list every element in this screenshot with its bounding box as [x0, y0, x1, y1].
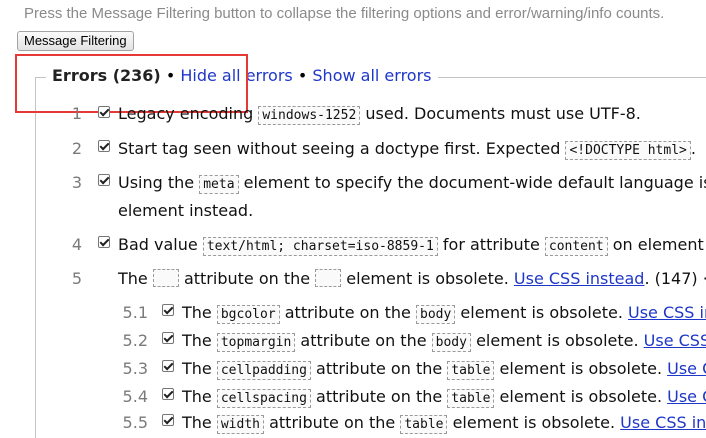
- message-part: Bad value: [118, 235, 198, 254]
- message-part: Legacy encoding: [118, 104, 254, 123]
- message-text: Using the meta element to specify the do…: [118, 173, 706, 194]
- code-snippet: body: [431, 333, 471, 352]
- message-part: on element: [612, 235, 704, 254]
- use-css-instead-link[interactable]: Use CSS instead: [514, 269, 645, 288]
- message-number: 5.5: [122, 413, 148, 432]
- code-placeholder: [315, 269, 342, 287]
- legend-separator: •: [297, 66, 308, 85]
- message-checkbox[interactable]: [98, 236, 110, 248]
- message-number: 5: [71, 269, 82, 288]
- message-part: element is obsolete.: [499, 387, 663, 406]
- message-part: The: [118, 269, 148, 288]
- use-css-instead-link[interactable]: Use CS: [667, 359, 706, 378]
- message-checkbox[interactable]: [162, 332, 174, 344]
- message-checkbox[interactable]: [162, 414, 174, 426]
- code-snippet: table: [447, 361, 495, 380]
- code-snippet: <!DOCTYPE html>: [565, 141, 691, 160]
- message-text: The topmargin attribute on the body elem…: [182, 331, 706, 352]
- message-part: used. Documents must use UTF-8.: [365, 104, 641, 123]
- code-snippet: topmargin: [216, 333, 296, 352]
- message-text: The cellpadding attribute on the table e…: [182, 359, 706, 380]
- message-checkbox[interactable]: [98, 174, 110, 186]
- message-text: Start tag seen without seeing a doctype …: [118, 139, 696, 160]
- message-number: 4: [71, 235, 82, 254]
- message-part: Using the: [118, 173, 195, 192]
- code-snippet: cellpadding: [216, 361, 311, 380]
- show-all-errors-link[interactable]: Show all errors: [312, 66, 431, 85]
- message-part: The: [182, 303, 212, 322]
- use-css-instead-link[interactable]: Use CS: [667, 387, 706, 406]
- message-part: The: [182, 387, 212, 406]
- message-text: Legacy encoding windows-1252 used. Docum…: [118, 104, 641, 125]
- code-snippet: windows-1252: [258, 106, 361, 125]
- message-part: element is obsolete.: [476, 331, 639, 350]
- message-part: for attribute: [442, 235, 540, 254]
- message-text: The attribute on the element is obsolete…: [118, 269, 706, 288]
- use-css-instead-link[interactable]: Use CSS ins: [628, 303, 706, 322]
- message-number: 5.2: [122, 331, 148, 350]
- code-snippet: table: [400, 415, 448, 434]
- code-snippet: table: [447, 389, 495, 408]
- message-text-continuation: element instead.: [118, 201, 254, 220]
- message-checkbox[interactable]: [162, 360, 174, 372]
- message-text: The bgcolor attribute on the body elemen…: [182, 303, 706, 324]
- message-number: 5.1: [122, 303, 148, 322]
- message-part: element is obsolete.: [346, 269, 509, 288]
- message-checkbox[interactable]: [98, 140, 110, 152]
- message-part: attribute on the: [183, 269, 311, 288]
- message-filtering-button[interactable]: Message Filtering: [17, 31, 134, 51]
- message-part: attribute on the: [316, 387, 443, 406]
- message-text: Bad value text/html; charset=iso-8859-1 …: [118, 235, 704, 256]
- message-number: 5.4: [122, 387, 148, 406]
- message-checkbox[interactable]: [98, 106, 110, 118]
- code-snippet: bgcolor: [216, 305, 280, 324]
- code-snippet: content: [544, 237, 608, 256]
- message-part: The: [182, 413, 212, 432]
- use-css-instead-link[interactable]: Use CSS inst: [620, 413, 706, 432]
- code-placeholder: [152, 269, 179, 287]
- message-text: The width attribute on the table element…: [182, 413, 706, 434]
- message-part: attribute on the: [269, 413, 396, 432]
- message-checkbox[interactable]: [162, 304, 174, 316]
- hint-text: Press the Message Filtering button to co…: [24, 5, 665, 22]
- code-snippet: width: [216, 415, 264, 434]
- message-number: 1: [71, 104, 82, 123]
- message-checkbox[interactable]: [162, 388, 174, 400]
- use-css-instead-link[interactable]: Use CSS in: [644, 331, 706, 350]
- code-snippet: text/html; charset=iso-8859-1: [202, 237, 438, 256]
- message-part: element to specify the document-wide def…: [243, 173, 706, 192]
- message-number: 2: [71, 139, 82, 158]
- message-part: .: [690, 139, 696, 158]
- code-snippet: body: [416, 305, 456, 324]
- message-number: 3: [71, 173, 82, 192]
- message-part: attribute on the: [300, 331, 427, 350]
- message-part: The: [182, 359, 212, 378]
- code-snippet: meta: [199, 175, 239, 194]
- message-part: attribute on the: [284, 303, 411, 322]
- message-part: element is obsolete.: [499, 359, 663, 378]
- message-part: The: [182, 331, 212, 350]
- message-part: element is obsolete.: [460, 303, 623, 322]
- message-part: Start tag seen without seeing a doctype …: [118, 139, 561, 158]
- message-part: attribute on the: [316, 359, 443, 378]
- message-number: 5.3: [122, 359, 148, 378]
- errors-fieldset: [35, 77, 706, 438]
- code-snippet: cellspacing: [216, 389, 311, 408]
- message-text: The cellspacing attribute on the table e…: [182, 387, 706, 408]
- message-count: . (147) ·: [644, 269, 706, 288]
- message-part: element is obsolete.: [452, 413, 616, 432]
